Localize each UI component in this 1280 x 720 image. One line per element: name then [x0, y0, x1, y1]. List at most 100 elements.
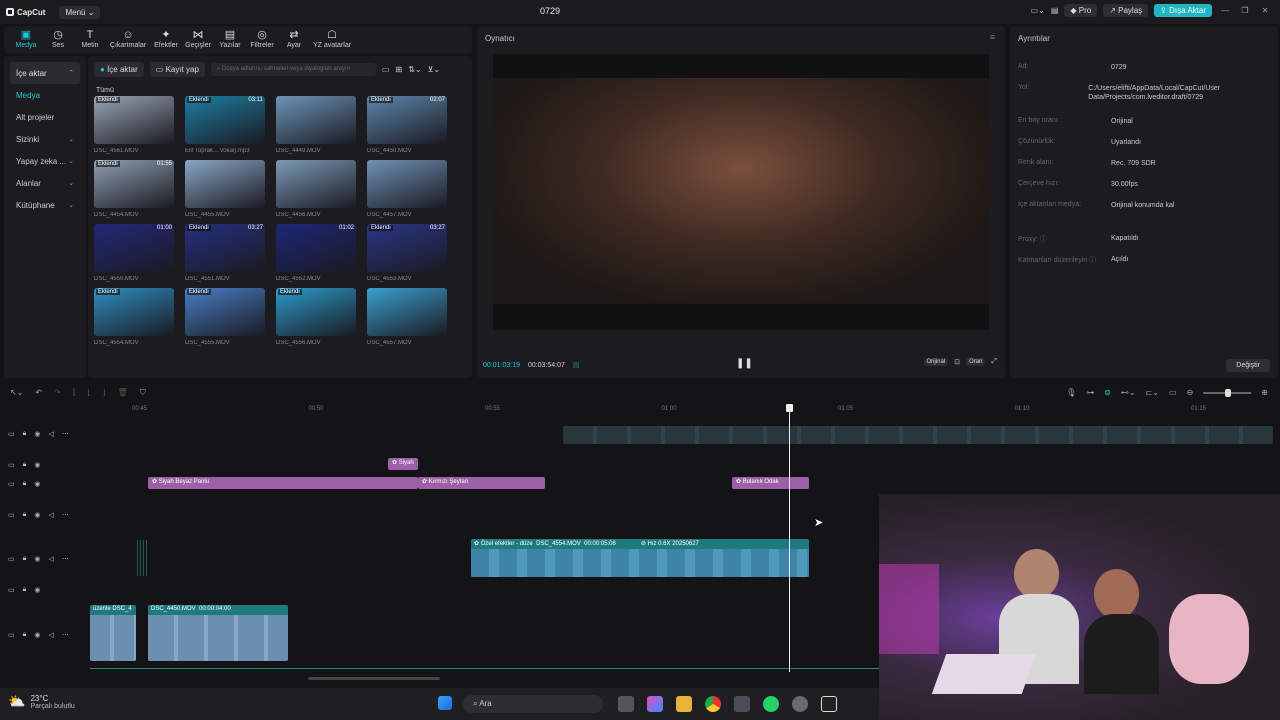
- lock-icon[interactable]: 🔒︎: [23, 480, 27, 488]
- main-clip-1[interactable]: üzenle DSC_4: [90, 605, 136, 661]
- sidebar-item-1[interactable]: Medya: [10, 84, 80, 106]
- tab-medya[interactable]: ▣ Medya: [10, 26, 42, 54]
- media-item[interactable]: DSC_4456.MOV: [276, 160, 356, 218]
- eye-icon[interactable]: ◉: [34, 631, 40, 639]
- media-thumbnail[interactable]: Eklendi: [276, 288, 356, 336]
- lock-icon[interactable]: 🔒︎: [23, 631, 27, 639]
- chevron-icon[interactable]: ⌄: [68, 135, 74, 143]
- eye-icon[interactable]: ◉: [34, 586, 40, 594]
- copilot-icon[interactable]: [647, 696, 663, 712]
- media-item[interactable]: DSC_4457.MOV: [367, 160, 447, 218]
- player-menu-icon[interactable]: ≡: [990, 32, 995, 42]
- media-item[interactable]: Eklendi 02:07 DSC_4450.MOV: [367, 96, 447, 154]
- sidebar-item-4[interactable]: Yapay zeka ... ⌄: [10, 150, 80, 172]
- filter-icon[interactable]: ⊻⌄: [428, 65, 441, 74]
- media-thumbnail[interactable]: Eklendi 03:27: [367, 224, 447, 272]
- capcut-taskbar-icon[interactable]: [821, 696, 837, 712]
- folder-icon[interactable]: ▭: [382, 65, 390, 74]
- media-thumbnail[interactable]: 01:02: [276, 224, 356, 272]
- pro-button[interactable]: ◆ Pro: [1064, 4, 1098, 17]
- zoom-slider-knob[interactable]: [1225, 388, 1232, 397]
- media-item[interactable]: 01:02 DSC_4552.MOV: [276, 224, 356, 282]
- eye-icon[interactable]: ◉: [34, 461, 40, 469]
- effect-clip-bulanik[interactable]: ✿ Bulanık Odak: [732, 477, 809, 489]
- media-item[interactable]: Eklendi DSC_4556.MOV: [276, 288, 356, 346]
- media-item[interactable]: DSC_4449.MOV: [276, 96, 356, 154]
- media-thumbnail[interactable]: [367, 160, 447, 208]
- eye-icon[interactable]: ◉: [34, 430, 40, 438]
- zoom-slider[interactable]: [1203, 388, 1252, 397]
- caption-icon[interactable]: ▭: [1169, 388, 1177, 397]
- weather-widget[interactable]: ⛅ 23°C Parçalı bulutlu: [8, 693, 75, 710]
- chevron-icon[interactable]: ⌄: [68, 179, 74, 187]
- chevron-icon[interactable]: ⌄: [68, 157, 74, 165]
- preview-axis-icon[interactable]: ⊏⌄: [1146, 388, 1159, 397]
- playhead-handle[interactable]: [786, 404, 793, 412]
- chevron-icon[interactable]: ⌃: [68, 69, 74, 77]
- chevron-icon[interactable]: ⌄: [68, 201, 74, 209]
- ratio-button[interactable]: Oran: [966, 358, 986, 366]
- file-explorer-icon[interactable]: [676, 696, 692, 712]
- more-icon[interactable]: ⋯: [62, 430, 69, 438]
- sidebar-item-3[interactable]: Sizinki ⌄: [10, 128, 80, 150]
- change-button[interactable]: Değiştir: [1226, 359, 1270, 372]
- shortcuts-icon[interactable]: ▤: [1051, 6, 1059, 15]
- whatsapp-icon[interactable]: [763, 696, 779, 712]
- taskbar-search[interactable]: ⌕ Ara: [463, 695, 603, 713]
- tab-geçişler[interactable]: ⋈ Geçişler: [182, 26, 214, 54]
- more-icon[interactable]: ⋯: [62, 631, 69, 639]
- select-tool-icon[interactable]: ↖⌄: [10, 388, 23, 398]
- effect-clip-siyah-beyaz[interactable]: ✿ Siyah Beyaz Panlu: [148, 477, 418, 489]
- media-thumbnail[interactable]: Eklendi: [185, 288, 265, 336]
- link-icon[interactable]: ⊶: [1086, 388, 1094, 397]
- overlay-track-strip[interactable]: [563, 426, 1273, 444]
- split-right-icon[interactable]: ⌋: [103, 388, 106, 398]
- media-thumbnail[interactable]: Eklendi 03:27: [185, 224, 265, 272]
- store-icon[interactable]: [734, 696, 750, 712]
- original-button[interactable]: Orijinal: [923, 358, 949, 366]
- media-item[interactable]: Eklendi DSC_4561.MOV: [94, 96, 174, 154]
- media-thumbnail[interactable]: Eklendi 01:55: [94, 160, 174, 208]
- tab-yz-avatarlar[interactable]: ☖ YZ avatarlar: [310, 26, 354, 54]
- tab-çıkartmalar[interactable]: ☺ Çıkartmalar: [106, 26, 150, 54]
- record-button[interactable]: ▭ Kayıt yap: [149, 62, 205, 77]
- pause-button[interactable]: ❚❚: [736, 358, 753, 369]
- media-item[interactable]: Eklendi DSC_4555.MOV: [185, 288, 265, 346]
- effect-clip-siyah[interactable]: ✿ Siyah: [388, 458, 418, 470]
- lock-icon[interactable]: 🔒︎: [23, 461, 27, 469]
- zoom-in-icon[interactable]: ⊕: [1261, 388, 1268, 397]
- lock-icon[interactable]: 🔒︎: [23, 511, 27, 519]
- media-thumbnail[interactable]: 01:00: [94, 224, 174, 272]
- more-icon[interactable]: ⋯: [62, 555, 69, 563]
- magnet-icon[interactable]: ⊜: [1104, 388, 1111, 397]
- tab-metin[interactable]: T Metin: [74, 26, 106, 54]
- media-thumbnail[interactable]: Eklendi 03:11: [185, 96, 265, 144]
- delete-icon[interactable]: 🗑: [118, 388, 128, 398]
- zoom-out-icon[interactable]: ⊖: [1187, 388, 1194, 397]
- media-thumbnail[interactable]: Eklendi: [94, 96, 174, 144]
- media-item[interactable]: Eklendi 03:27 DSC_4553.MOV: [367, 224, 447, 282]
- lock-icon[interactable]: 🔒︎: [23, 430, 27, 438]
- sidebar-item-5[interactable]: Alanlar ⌄: [10, 172, 80, 194]
- tab-efektler[interactable]: ✦ Efektler: [150, 26, 182, 54]
- tab-ayar[interactable]: ⇄ Ayar: [278, 26, 310, 54]
- redo-icon[interactable]: ↷: [54, 388, 61, 398]
- media-item[interactable]: Eklendi 01:55 DSC_4454.MOV: [94, 160, 174, 218]
- minimize-icon[interactable]: —: [1218, 6, 1232, 15]
- tab-filtreler[interactable]: ◎ Filtreler: [246, 26, 278, 54]
- audio-icon[interactable]: ◁: [48, 555, 53, 563]
- eye-icon[interactable]: ◉: [34, 480, 40, 488]
- overlay-video-clip[interactable]: ✿ Özel efektler - düze DSC_4554.MOV 00:0…: [471, 539, 809, 577]
- sidebar-item-6[interactable]: Kütüphane ⌄: [10, 194, 80, 216]
- split-left-icon[interactable]: ⌊: [87, 388, 90, 398]
- shield-icon[interactable]: ⛉: [140, 388, 146, 398]
- grid-view-icon[interactable]: ⊞: [395, 65, 402, 74]
- media-thumbnail[interactable]: [185, 160, 265, 208]
- lock-icon[interactable]: 🔒︎: [23, 555, 27, 563]
- settings-icon[interactable]: [792, 696, 808, 712]
- media-search-input[interactable]: ⌕ Dosya adlarını, sahneleri veya diyalog…: [210, 63, 376, 76]
- timeline-ruler[interactable]: 00:45 00:50 00:55 01:00 01:05 01:10 01:15: [90, 404, 1280, 418]
- sort-icon[interactable]: ⇅⌄: [408, 65, 421, 74]
- main-clip-2[interactable]: DSC_4450.MOV 00:00:04:00: [148, 605, 288, 661]
- chain-icon[interactable]: ⊷⌄: [1121, 388, 1136, 397]
